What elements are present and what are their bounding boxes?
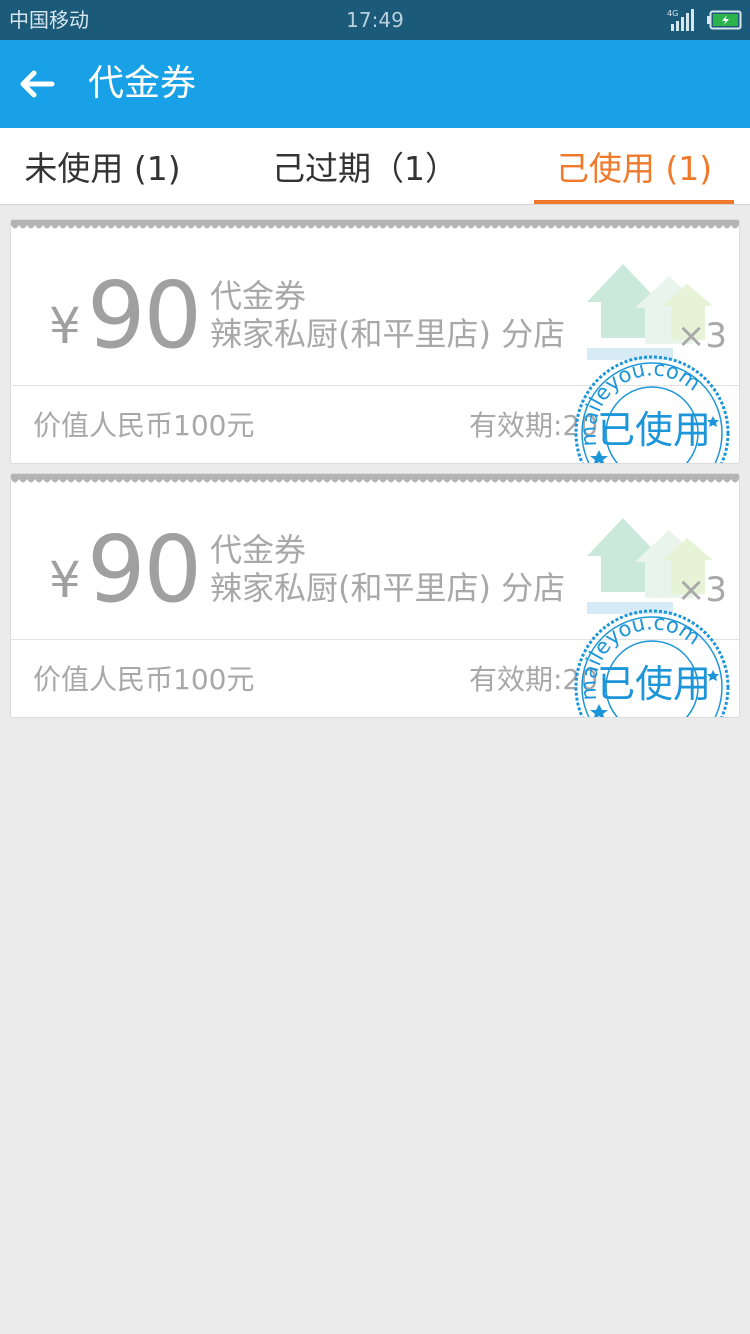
tab-expired[interactable]: 己过期（1） <box>265 128 465 204</box>
coupon-scalloped-edge <box>11 474 739 483</box>
coupon-currency: ¥ <box>49 297 81 355</box>
coupon-amount: 90 <box>87 516 202 623</box>
coupon-store: 辣家私厨(和平里店) 分店 <box>210 315 566 353</box>
tab-unused[interactable]: 未使用 (1) <box>0 128 205 204</box>
back-button[interactable] <box>14 62 58 106</box>
active-tab-indicator <box>534 200 734 204</box>
app-bar: 代金券 <box>0 40 750 128</box>
coupon-scalloped-edge <box>11 220 739 229</box>
network-type-label: 4G <box>667 9 678 18</box>
coupon-type: 代金券 <box>210 531 307 569</box>
signal-icon: 4G <box>667 9 694 31</box>
coupon-value-text: 价值人民币100元 <box>33 663 255 696</box>
status-time: 17:49 <box>346 8 404 32</box>
used-stamp-label: 已使用 <box>597 408 712 452</box>
tab-used[interactable]: 己使用 (1) <box>534 128 734 204</box>
tab-used-label: 己使用 (1) <box>555 149 713 188</box>
coupon-currency: ¥ <box>49 551 81 609</box>
tab-bar: 未使用 (1) 己过期（1） 己使用 (1) <box>0 128 750 205</box>
coupon-store: 辣家私厨(和平里店) 分店 <box>210 569 566 607</box>
used-stamp-label: 已使用 <box>597 662 712 706</box>
coupon-value-text: 价值人民币100元 <box>33 409 255 442</box>
arrow-left-icon <box>20 70 55 98</box>
coupon-card[interactable]: ¥ 90 代金券 辣家私厨(和平里店) 分店 ×3 价值人民币100元 有效期:… <box>10 219 740 464</box>
battery-charging-icon <box>707 10 742 30</box>
coupon-amount: 90 <box>87 262 202 369</box>
status-bar: 中国移动 17:49 4G <box>0 0 750 40</box>
page-title: 代金券 <box>88 63 197 104</box>
coupon-type: 代金券 <box>210 277 307 315</box>
coupon-list: ¥ 90 代金券 辣家私厨(和平里店) 分店 ×3 价值人民币100元 有效期:… <box>10 219 740 727</box>
coupon-card[interactable]: ¥ 90 代金券 辣家私厨(和平里店) 分店 ×3 价值人民币100元 有效期:… <box>10 473 740 718</box>
